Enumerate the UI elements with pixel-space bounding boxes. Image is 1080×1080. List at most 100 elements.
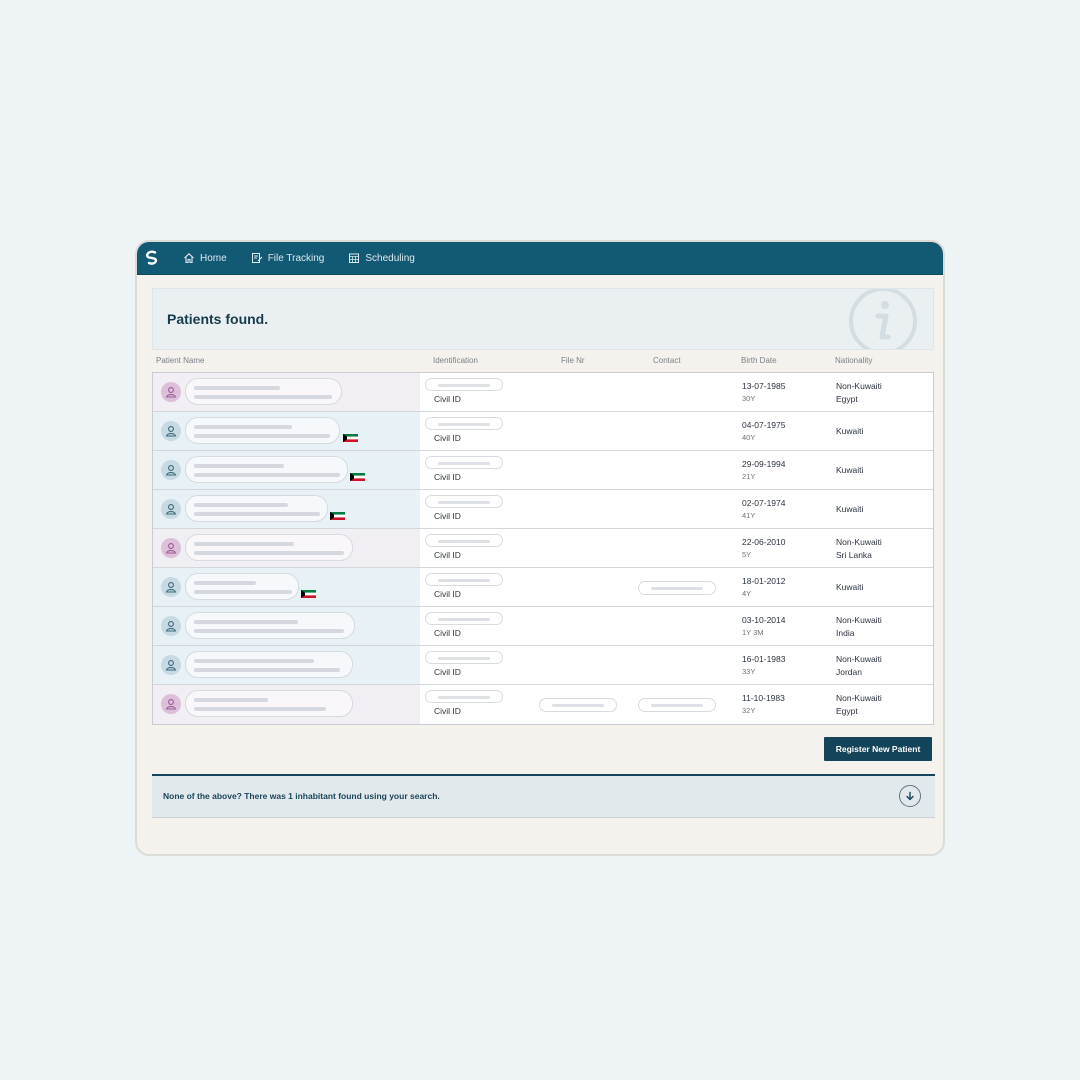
patient-name-redacted[interactable] [185,378,342,405]
col-patient-name[interactable]: Patient Name [156,356,204,365]
identification-redacted [425,378,503,391]
nationality: Kuwaiti [836,582,864,592]
user-icon [161,499,181,519]
id-type: Civil ID [434,511,461,521]
birth-date: 03-10-2014 [742,615,786,625]
nationality: Kuwaiti [836,426,864,436]
identification-redacted [425,534,503,547]
country: India [836,628,855,638]
country: Egypt [836,706,858,716]
user-icon [161,460,181,480]
nav-file-tracking-label: File Tracking [267,252,325,264]
col-contact[interactable]: Contact [653,356,681,365]
main-nav: Home File Tracking Scheduling [183,252,439,264]
nationality: Non-Kuwaiti [836,654,882,664]
contact-redacted [638,698,716,712]
info-icon [847,289,919,349]
age: 21Y [742,472,756,481]
country: Sri Lanka [836,550,872,560]
nationality: Non-Kuwaiti [836,537,882,547]
patient-name-cell [153,568,420,606]
patients-table: Civil ID 13-07-1985 30Y Non-Kuwaiti Egyp… [152,372,934,725]
nationality: Non-Kuwaiti [836,693,882,703]
age: 32Y [742,706,756,715]
nav-file-tracking[interactable]: File Tracking [251,252,325,264]
identification-redacted [425,495,503,508]
col-birth-date[interactable]: Birth Date [741,356,777,365]
nav-scheduling[interactable]: Scheduling [348,252,415,264]
table-row[interactable]: Civil ID 13-07-1985 30Y Non-Kuwaiti Egyp… [153,373,933,412]
id-type: Civil ID [434,706,461,716]
id-type: Civil ID [434,394,461,404]
col-file-nr[interactable]: File Nr [561,356,585,365]
age: 30Y [742,394,756,403]
country: Egypt [836,394,858,404]
birth-date: 16-01-1983 [742,654,786,664]
table-row[interactable]: Civil ID 18-01-2012 4Y Kuwaiti [153,568,933,607]
nationality: Non-Kuwaiti [836,615,882,625]
user-icon [161,616,181,636]
table-row[interactable]: Civil ID 03-10-2014 1Y 3M Non-Kuwaiti In… [153,607,933,646]
birth-date: 29-09-1994 [742,459,786,469]
patient-name-redacted[interactable] [185,612,355,639]
nationality: Non-Kuwaiti [836,381,882,391]
inhabitant-panel: None of the above? There was 1 inhabitan… [152,774,935,818]
nav-home-label: Home [200,252,227,264]
table-row[interactable]: Civil ID 11-10-1983 32Y Non-Kuwaiti Egyp… [153,685,933,724]
identification-redacted [425,456,503,469]
table-row[interactable]: Civil ID 29-09-1994 21Y Kuwaiti [153,451,933,490]
top-nav-bar: Home File Tracking Scheduling [137,242,943,275]
register-new-patient-button[interactable]: Register New Patient [824,737,932,761]
patient-name-redacted[interactable] [185,495,328,522]
age: 41Y [742,511,756,520]
birth-date: 13-07-1985 [742,381,786,391]
table-row[interactable]: Civil ID 02-07-1974 41Y Kuwaiti [153,490,933,529]
user-icon [161,538,181,558]
logo-icon[interactable] [137,242,167,275]
birth-date: 02-07-1974 [742,498,786,508]
chevron-down-icon [906,791,914,801]
birth-date: 22-06-2010 [742,537,786,547]
id-type: Civil ID [434,550,461,560]
patient-name-cell [153,685,420,724]
nationality: Kuwaiti [836,504,864,514]
age: 40Y [742,433,756,442]
col-identification[interactable]: Identification [433,356,478,365]
kuwait-flag-icon [301,590,316,598]
kuwait-flag-icon [343,434,358,442]
birth-date: 11-10-1983 [742,693,785,703]
nav-home[interactable]: Home [183,252,227,264]
home-icon [184,253,194,264]
identification-redacted [425,573,503,586]
user-icon [161,694,181,714]
patient-name-redacted[interactable] [185,456,348,483]
expand-button[interactable] [899,785,921,807]
table-row[interactable]: Civil ID 04-07-1975 40Y Kuwaiti [153,412,933,451]
results-banner: Patients found. [152,288,934,350]
id-type: Civil ID [434,589,461,599]
identification-redacted [425,690,503,703]
file-tracking-icon [251,253,263,263]
id-type: Civil ID [434,433,461,443]
patient-name-cell [153,451,420,489]
identification-redacted [425,417,503,430]
patient-name-redacted[interactable] [185,417,340,444]
patient-name-redacted[interactable] [185,651,353,678]
col-nationality[interactable]: Nationality [835,356,872,365]
patient-name-cell [153,607,420,645]
kuwait-flag-icon [350,473,365,481]
table-row[interactable]: Civil ID 16-01-1983 33Y Non-Kuwaiti Jord… [153,646,933,685]
patient-name-redacted[interactable] [185,534,353,561]
patient-name-redacted[interactable] [185,573,299,600]
table-row[interactable]: Civil ID 22-06-2010 5Y Non-Kuwaiti Sri L… [153,529,933,568]
patient-name-redacted[interactable] [185,690,353,717]
patient-name-cell [153,490,420,528]
user-icon [161,577,181,597]
nav-scheduling-label: Scheduling [365,252,415,264]
scheduling-icon [349,253,360,263]
identification-redacted [425,612,503,625]
patient-name-cell [153,373,420,411]
country: Jordan [836,667,862,677]
user-icon [161,655,181,675]
file-nr-redacted [539,698,617,712]
